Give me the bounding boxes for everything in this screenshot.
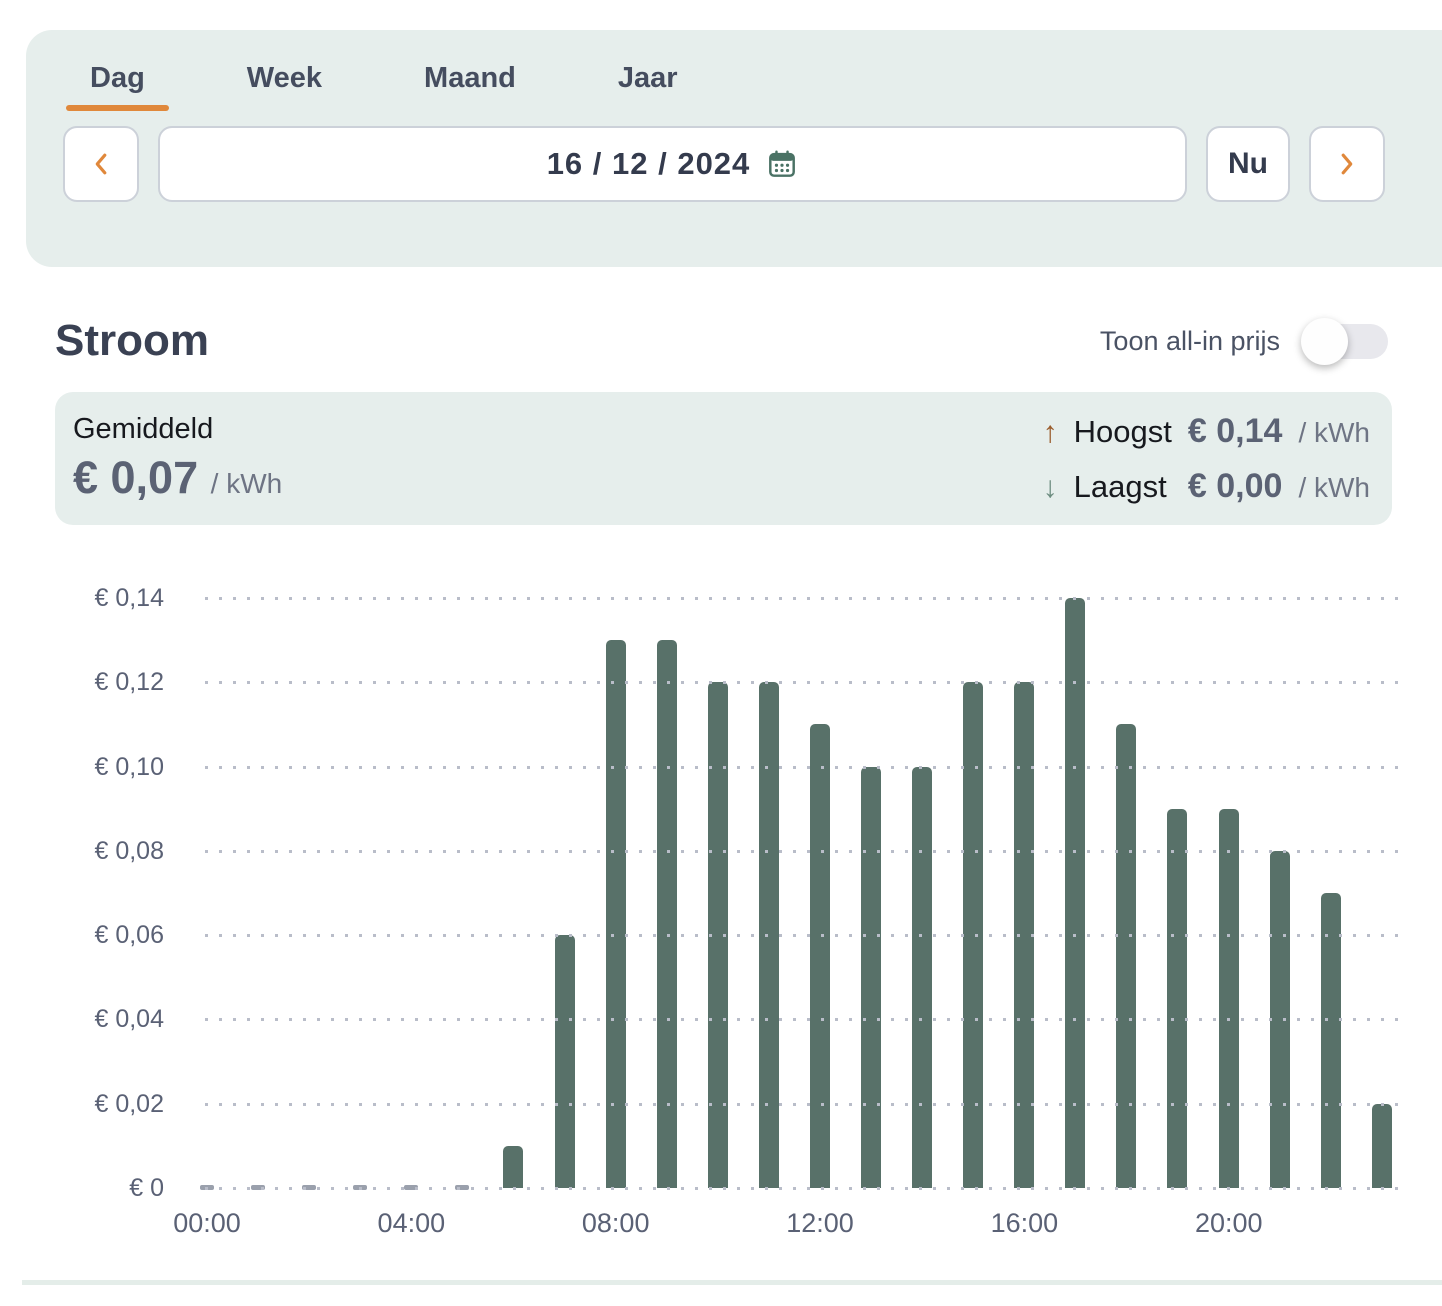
chart-bars bbox=[197, 598, 1392, 1188]
calendar-icon bbox=[766, 148, 798, 180]
average-unit: / kWh bbox=[211, 468, 283, 499]
tab-maand[interactable]: Maand bbox=[400, 52, 540, 111]
section-header: Stroom Toon all-in prijs bbox=[55, 316, 1388, 366]
energy-price-page: Dag Week Maand Jaar 16 bbox=[0, 0, 1442, 1306]
price-bar[interactable] bbox=[606, 640, 626, 1188]
previous-day-button[interactable] bbox=[63, 126, 139, 202]
price-bar[interactable] bbox=[912, 767, 932, 1188]
bar-slot bbox=[1065, 598, 1085, 1188]
price-bar[interactable] bbox=[1167, 809, 1187, 1188]
average-value: € 0,07 / kWh bbox=[73, 452, 282, 504]
bar-slot bbox=[1219, 809, 1239, 1188]
min-max-block: ↑ Hoogst € 0,14 / kWh ↓ Laagst € 0,00 / … bbox=[1043, 412, 1370, 506]
bar-slot bbox=[1167, 809, 1187, 1188]
bar-slot bbox=[555, 935, 575, 1188]
arrow-down-icon: ↓ bbox=[1043, 471, 1058, 505]
y-axis-tick-label: € 0,06 bbox=[0, 921, 164, 950]
header-card: Dag Week Maand Jaar 16 bbox=[26, 30, 1442, 267]
gridline bbox=[205, 934, 1398, 937]
price-bar[interactable] bbox=[555, 935, 575, 1188]
all-in-price-toggle[interactable] bbox=[1304, 324, 1388, 359]
x-axis-tick-label: 12:00 bbox=[775, 1208, 865, 1239]
next-day-button[interactable] bbox=[1309, 126, 1385, 202]
tab-jaar[interactable]: Jaar bbox=[594, 52, 702, 111]
tab-week[interactable]: Week bbox=[223, 52, 346, 111]
price-bar[interactable] bbox=[503, 1146, 523, 1188]
highest-label: Hoogst bbox=[1074, 414, 1172, 450]
bar-slot bbox=[1372, 1104, 1392, 1188]
chevron-left-icon bbox=[86, 149, 116, 179]
price-bar[interactable] bbox=[657, 640, 677, 1188]
active-tab-underline bbox=[66, 105, 169, 111]
toggle-knob bbox=[1301, 318, 1348, 365]
price-bar[interactable] bbox=[1219, 809, 1239, 1188]
selected-date: 16 / 12 / 2024 bbox=[547, 146, 751, 182]
average-label: Gemiddeld bbox=[73, 413, 282, 446]
highest-unit: / kWh bbox=[1298, 417, 1370, 449]
bar-slot bbox=[810, 724, 830, 1188]
x-axis-tick-label: 00:00 bbox=[162, 1208, 252, 1239]
now-button-label: Nu bbox=[1228, 147, 1268, 181]
period-tabs: Dag Week Maand Jaar bbox=[26, 30, 1442, 111]
tab-label: Jaar bbox=[618, 62, 678, 94]
price-summary-bar: Gemiddeld € 0,07 / kWh ↑ Hoogst € 0,14 /… bbox=[55, 392, 1392, 525]
price-bar[interactable] bbox=[1065, 598, 1085, 1188]
bar-slot bbox=[861, 767, 881, 1188]
tab-label: Dag bbox=[90, 62, 145, 94]
date-picker-field[interactable]: 16 / 12 / 2024 bbox=[158, 126, 1187, 202]
gridline bbox=[205, 850, 1398, 853]
highest-value: € 0,14 bbox=[1188, 412, 1283, 451]
price-bar[interactable] bbox=[1116, 724, 1136, 1188]
y-axis-tick-label: € 0,10 bbox=[0, 753, 164, 782]
x-axis-tick-label: 04:00 bbox=[366, 1208, 456, 1239]
x-axis-tick-label: 08:00 bbox=[571, 1208, 661, 1239]
arrow-up-icon: ↑ bbox=[1043, 416, 1058, 450]
x-axis-tick-label: 16:00 bbox=[979, 1208, 1069, 1239]
tab-label: Week bbox=[247, 62, 322, 94]
chevron-right-icon bbox=[1332, 149, 1362, 179]
toggle-label: Toon all-in prijs bbox=[1100, 326, 1280, 357]
all-in-price-toggle-group: Toon all-in prijs bbox=[1100, 324, 1388, 359]
gridline bbox=[205, 1018, 1398, 1021]
lowest-value: € 0,00 bbox=[1188, 467, 1283, 506]
y-axis-tick-label: € 0,12 bbox=[0, 668, 164, 697]
gridline bbox=[205, 681, 1398, 684]
average-price-block: Gemiddeld € 0,07 / kWh bbox=[73, 413, 282, 504]
price-bar[interactable] bbox=[1372, 1104, 1392, 1188]
x-axis-tick-label: 20:00 bbox=[1184, 1208, 1274, 1239]
page-title: Stroom bbox=[55, 316, 209, 366]
price-bar[interactable] bbox=[1321, 893, 1341, 1188]
tab-label: Maand bbox=[424, 62, 516, 94]
now-button[interactable]: Nu bbox=[1206, 126, 1290, 202]
gridline bbox=[205, 597, 1398, 600]
bottom-divider bbox=[22, 1280, 1442, 1285]
lowest-unit: / kWh bbox=[1298, 472, 1370, 504]
bar-slot bbox=[503, 1146, 523, 1188]
bar-slot bbox=[1321, 893, 1341, 1188]
tab-dag[interactable]: Dag bbox=[66, 52, 169, 111]
bar-slot bbox=[1116, 724, 1136, 1188]
bar-slot bbox=[912, 767, 932, 1188]
y-axis-tick-label: € 0,04 bbox=[0, 1005, 164, 1034]
gridline bbox=[205, 1187, 1398, 1190]
y-axis-tick-label: € 0,08 bbox=[0, 837, 164, 866]
bar-slot bbox=[606, 640, 626, 1188]
price-chart: € 0€ 0,02€ 0,04€ 0,06€ 0,08€ 0,10€ 0,12€… bbox=[0, 598, 1442, 1253]
date-navigation: 16 / 12 / 2024 Nu bbox=[26, 111, 1442, 202]
price-bar[interactable] bbox=[810, 724, 830, 1188]
price-bar[interactable] bbox=[861, 767, 881, 1188]
gridline bbox=[205, 1103, 1398, 1106]
lowest-label: Laagst bbox=[1074, 469, 1172, 505]
y-axis-tick-label: € 0,02 bbox=[0, 1090, 164, 1119]
y-axis-tick-label: € 0 bbox=[0, 1174, 164, 1203]
y-axis-tick-label: € 0,14 bbox=[0, 584, 164, 613]
gridline bbox=[205, 766, 1398, 769]
bar-slot bbox=[657, 640, 677, 1188]
